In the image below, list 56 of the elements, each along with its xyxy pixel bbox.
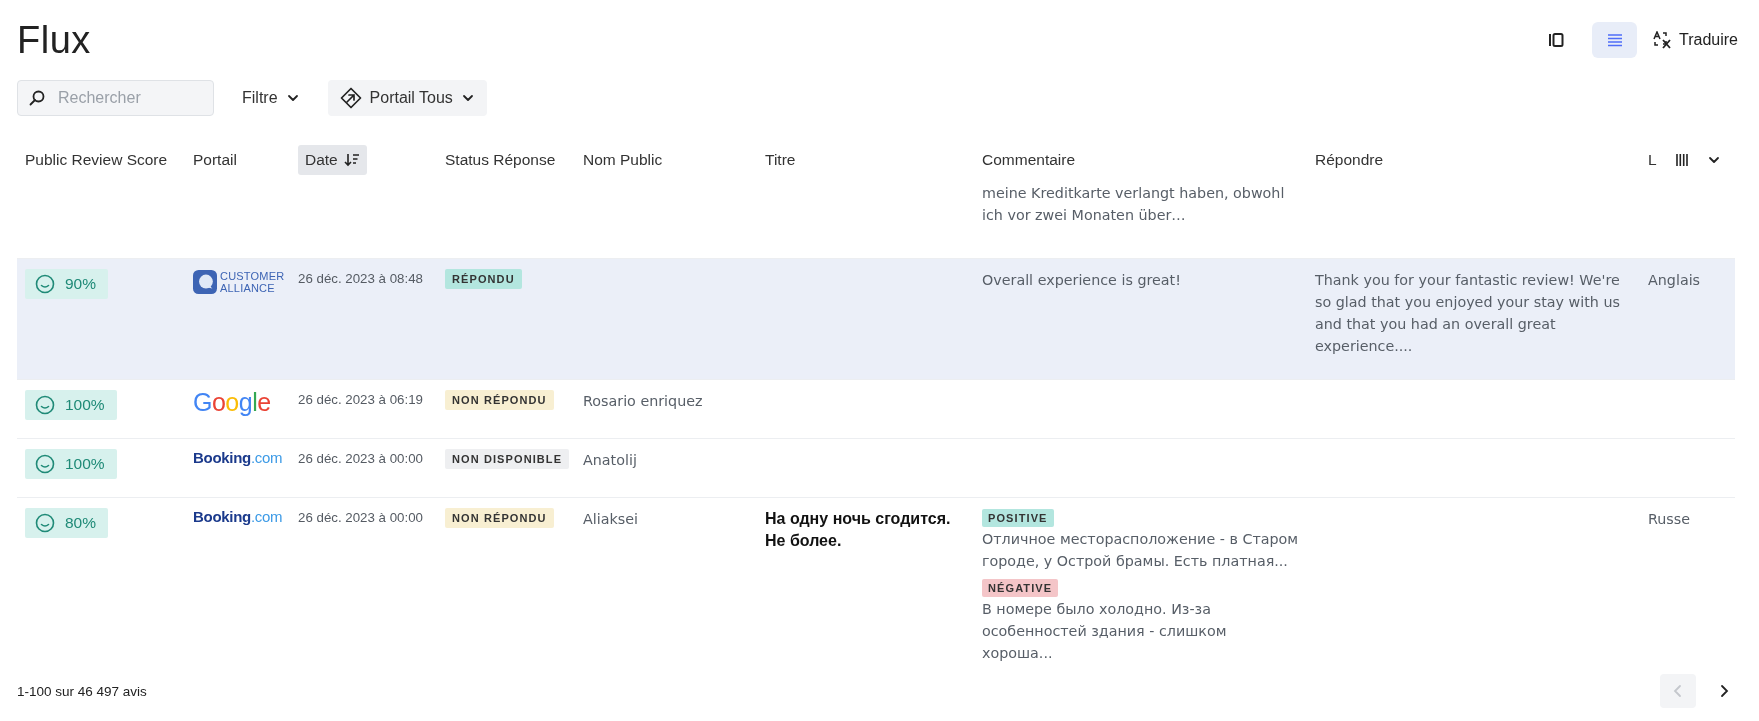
translate-icon xyxy=(1653,31,1673,49)
smiley-icon xyxy=(35,513,55,533)
review-date: 26 déc. 2023 à 00:00 xyxy=(298,510,423,525)
score-value: 90% xyxy=(65,275,97,293)
list-icon xyxy=(1606,33,1623,47)
score-value: 100% xyxy=(65,396,105,414)
language-text: Russe xyxy=(1648,511,1691,527)
column-header[interactable]: Date xyxy=(298,145,367,175)
page-title: Flux xyxy=(17,18,91,62)
result-count: 1-100 sur 46 497 avis xyxy=(17,683,147,699)
comment-text: Отличное месторасположение - в Старом городе, у Острой брамы. Есть платная... xyxy=(982,530,1299,571)
portal-logo: Booking.com xyxy=(193,508,283,525)
smiley-icon xyxy=(35,454,55,474)
sentiment-tag: POSITIVE xyxy=(982,509,1054,527)
reviewer-name: Anatolij xyxy=(583,452,637,468)
status-tag: NON RÉPONDU xyxy=(445,390,554,410)
column-header[interactable]: Nom Public xyxy=(583,145,663,175)
chat-bubble-icon xyxy=(193,269,217,295)
column-header[interactable]: Titre xyxy=(765,145,796,175)
sort-icon xyxy=(343,153,360,167)
reply-text: Thank you for your fantastic review! We're so glad that you enjoyed your stay with us and that you had an overall great experience.... xyxy=(1315,271,1621,356)
column-header[interactable]: Répondre xyxy=(1315,145,1384,175)
smiley-icon xyxy=(35,395,55,415)
column-header[interactable]: L xyxy=(1648,145,1657,175)
comment-text: В номере было холодно. Из-за особенностей здания - слишком хороша... xyxy=(982,600,1228,661)
columns-icon xyxy=(1674,153,1689,167)
panel-icon xyxy=(1547,32,1564,48)
portal-logo: Google xyxy=(193,390,271,414)
column-header[interactable]: Commentaire xyxy=(982,145,1076,175)
search-icon xyxy=(29,90,45,106)
status-tag: NON RÉPONDU xyxy=(445,508,554,528)
filter-button[interactable]: Filtre xyxy=(230,80,312,116)
score-value: 100% xyxy=(65,455,105,473)
smiley-icon xyxy=(35,274,55,294)
score-value: 80% xyxy=(65,514,97,532)
sentiment-tag: NÉGATIVE xyxy=(982,579,1059,597)
reviewer-name: Rosario enriquez xyxy=(583,393,703,409)
column-header[interactable]: Portail xyxy=(193,145,237,175)
share-icon xyxy=(339,87,362,109)
portal-logo: CUSTOMER ALLIANCE xyxy=(220,270,282,294)
language-text: Anglais xyxy=(1648,272,1701,288)
search-field[interactable]: Rechercher xyxy=(17,80,214,116)
review-title: На одну ночь сгодится. Не более. xyxy=(765,509,952,551)
comment-text: meine Kreditkarte verlangt haben, obwohl ich vor zwei Monaten über… xyxy=(982,184,1286,225)
review-date: 26 déc. 2023 à 00:00 xyxy=(298,451,423,466)
translate-button[interactable]: Traduire xyxy=(1651,27,1740,53)
reviewer-name: Aliaksei xyxy=(583,511,638,527)
portal-button[interactable]: Portail Tous xyxy=(327,80,487,116)
column-header[interactable]: Public Review Score xyxy=(25,145,168,175)
review-date: 26 déc. 2023 à 06:19 xyxy=(298,392,423,407)
review-date: 26 déc. 2023 à 08:48 xyxy=(298,271,423,286)
comment-text: Overall experience is great! xyxy=(982,271,1182,290)
column-header[interactable]: Status Réponse xyxy=(445,145,556,175)
status-tag: NON DISPONIBLE xyxy=(445,449,570,469)
status-tag: RÉPONDU xyxy=(445,269,522,289)
portal-logo: Booking.com xyxy=(193,449,283,466)
